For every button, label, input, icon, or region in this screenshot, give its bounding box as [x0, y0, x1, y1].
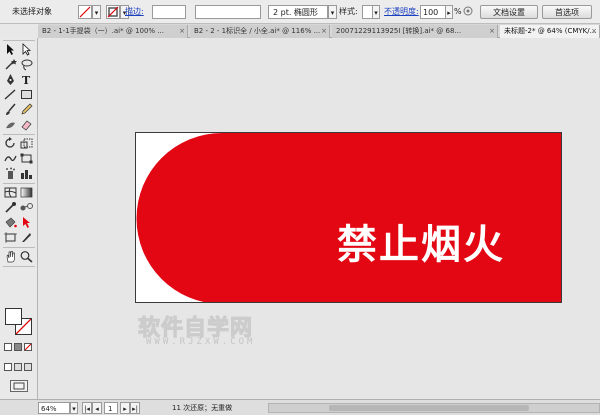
screen-mode-button[interactable]	[10, 380, 28, 392]
artboard[interactable]: 禁止烟火	[135, 132, 562, 303]
close-icon[interactable]: ×	[489, 25, 495, 38]
paintbrush-icon[interactable]	[3, 103, 18, 116]
document-tab-active[interactable]: 未标题-2* @ 64% (CMYK/... ×	[500, 25, 600, 38]
artboard-icon[interactable]	[3, 231, 18, 244]
symbol-sprayer-icon[interactable]	[3, 167, 18, 180]
document-tab[interactable]: B2 - 2 - 1标识全 / 小全.ai* @ 116% ... ×	[190, 25, 330, 38]
toolbox: T	[0, 38, 38, 399]
none-button[interactable]	[24, 343, 32, 351]
close-icon[interactable]: ×	[179, 25, 185, 38]
zoom-dropdown[interactable]: ▾	[70, 402, 78, 414]
selection-tool-icon[interactable]	[3, 43, 18, 56]
preferences-button[interactable]: 首选项	[542, 5, 592, 19]
opacity-unit: %	[454, 7, 462, 16]
opacity-link[interactable]: 不透明度:	[384, 5, 420, 19]
opacity-input[interactable]: 100	[420, 5, 446, 19]
lasso-icon[interactable]	[19, 58, 34, 71]
stroke-swatch[interactable]	[106, 5, 120, 19]
document-tab[interactable]: 20071229113925I [转换].ai* @ 68... ×	[332, 25, 498, 38]
free-transform-icon[interactable]	[19, 152, 34, 165]
status-bar: 64% ▾ |◂ ◂ 1 ▸ ▸| 11 次还原；无重做	[0, 399, 600, 415]
prev-artboard-button[interactable]: ◂	[92, 402, 102, 414]
blob-brush-icon[interactable]	[3, 118, 18, 131]
brush-dropdown[interactable]: ▾	[328, 5, 337, 19]
live-paint-bucket-icon[interactable]	[3, 216, 18, 229]
variable-width-profile[interactable]	[195, 5, 261, 19]
opacity-dropdown[interactable]: ▸	[445, 5, 453, 19]
hand-icon[interactable]	[3, 250, 18, 263]
draw-inside-button[interactable]	[24, 363, 32, 371]
brush-definition[interactable]: 2 pt. 椭圆形	[268, 5, 328, 19]
eraser-icon[interactable]	[19, 118, 34, 131]
no-fill-icon	[79, 6, 91, 18]
fill-swatch[interactable]	[78, 5, 92, 19]
artboard-number[interactable]: 1	[104, 402, 118, 414]
horizontal-scrollbar[interactable]	[268, 403, 600, 413]
sign-text: 禁止烟火	[337, 222, 505, 268]
draw-normal-button[interactable]	[4, 363, 12, 371]
control-bar: 未选择对象 ▾ ▾ 描边: 2 pt. 椭圆形 ▾ 样式: ▾ 不透明度: 10…	[0, 0, 600, 24]
scroll-thumb[interactable]	[329, 405, 529, 411]
selection-status: 未选择对象	[12, 7, 52, 16]
gradient-button[interactable]	[14, 343, 22, 351]
svg-text:T: T	[22, 74, 31, 86]
first-artboard-button[interactable]: |◂	[82, 402, 92, 414]
style-dropdown[interactable]: ▾	[372, 5, 380, 19]
stroke-weight-input[interactable]	[152, 5, 186, 19]
status-text: 11 次还原；无重做	[172, 404, 233, 412]
close-icon[interactable]: ×	[321, 25, 327, 38]
watermark-url-text: WWW.RJZXW.COM	[146, 337, 256, 347]
rotate-icon[interactable]	[3, 137, 18, 150]
canvas[interactable]: 禁止烟火 软件自学网 WWW.RJZXW.COM	[38, 38, 600, 399]
fill-stroke-icon[interactable]	[5, 308, 35, 338]
color-button[interactable]	[4, 343, 12, 351]
warp-icon[interactable]	[3, 152, 18, 165]
no-stroke-icon	[107, 6, 119, 18]
line-icon[interactable]	[3, 88, 18, 101]
pen-icon[interactable]	[3, 73, 18, 86]
fill-box[interactable]	[5, 308, 22, 325]
close-icon[interactable]: ×	[591, 25, 597, 38]
recolor-icon[interactable]	[462, 5, 476, 19]
blend-icon[interactable]	[19, 201, 34, 214]
zoom-icon[interactable]	[19, 250, 34, 263]
next-artboard-button[interactable]: ▸	[120, 402, 130, 414]
pencil-icon[interactable]	[19, 103, 34, 116]
scale-icon[interactable]	[19, 137, 34, 150]
draw-mode-buttons	[4, 363, 34, 373]
graph-icon[interactable]	[19, 167, 34, 180]
rectangle-icon[interactable]	[19, 88, 34, 101]
color-mode-buttons	[4, 343, 34, 353]
stroke-link[interactable]: 描边:	[125, 5, 149, 19]
eyedropper-icon[interactable]	[3, 201, 18, 214]
zoom-field[interactable]: 64%	[38, 402, 70, 414]
live-paint-selection-icon[interactable]	[19, 216, 34, 229]
draw-behind-button[interactable]	[14, 363, 22, 371]
mesh-icon[interactable]	[3, 186, 18, 199]
gradient-icon[interactable]	[19, 186, 34, 199]
document-tab[interactable]: B2 - 1-1手提袋（一）.ai* @ 100% ... ×	[38, 25, 188, 38]
fill-dropdown[interactable]: ▾	[92, 5, 101, 19]
document-tab-bar: B2 - 1-1手提袋（一）.ai* @ 100% ... × B2 - 2 - …	[38, 24, 600, 38]
document-setup-button[interactable]: 文档设置	[480, 5, 538, 19]
type-icon[interactable]: T	[19, 73, 34, 86]
magic-wand-icon[interactable]	[3, 58, 18, 71]
watermark: 软件自学网 WWW.RJZXW.COM	[137, 310, 288, 350]
last-artboard-button[interactable]: ▸|	[130, 402, 140, 414]
slice-icon[interactable]	[19, 231, 34, 244]
direct-selection-tool-icon[interactable]	[19, 43, 34, 56]
style-label: 样式:	[339, 7, 358, 16]
